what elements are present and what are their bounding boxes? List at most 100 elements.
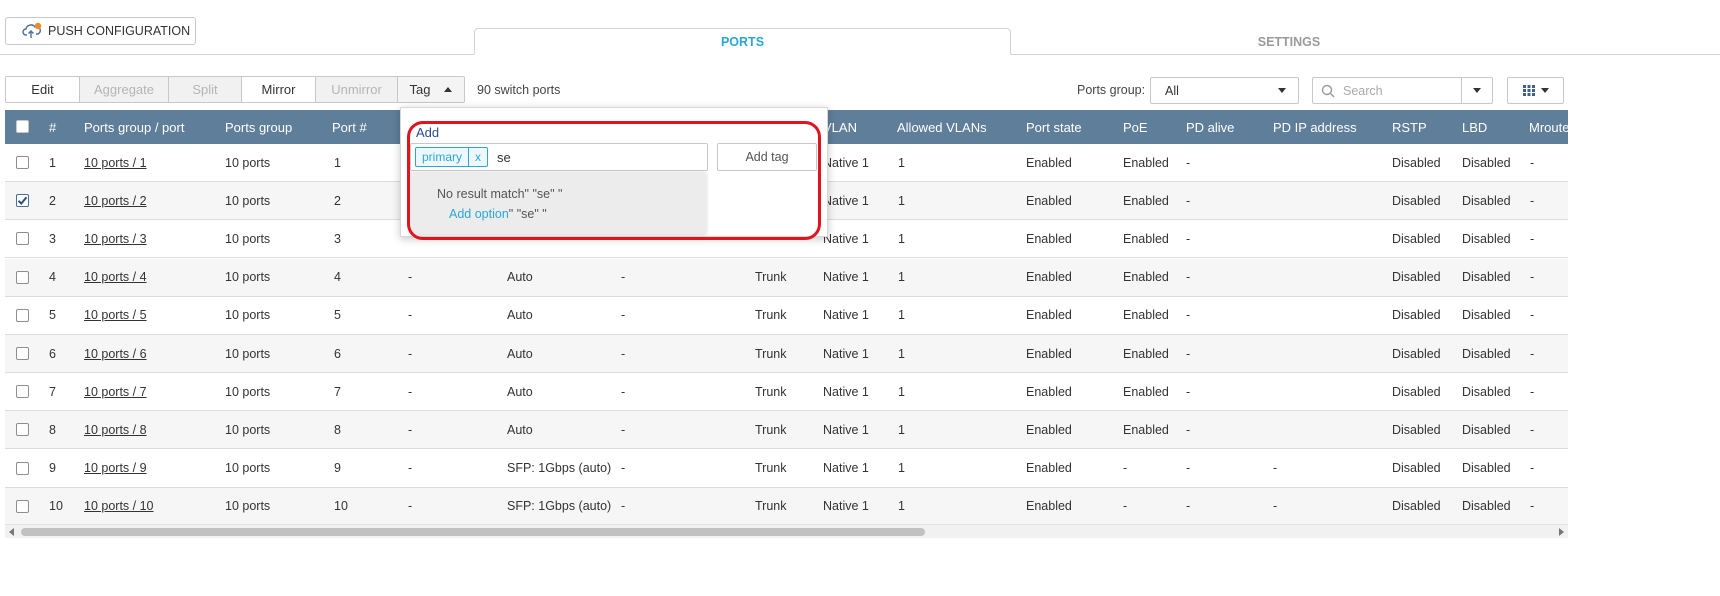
scroll-left-icon[interactable] <box>9 528 14 536</box>
cell-port-link[interactable]: 10 ports / 1 <box>84 144 147 181</box>
tag-dropdown-button[interactable]: Tag <box>398 77 464 102</box>
cell-lbd: Disabled <box>1462 422 1511 437</box>
row-checkbox[interactable] <box>16 499 29 513</box>
cell-ports-group: 10 ports <box>225 461 271 476</box>
col-header-port-state[interactable]: Port state <box>1026 110 1082 144</box>
cell-lbd: Disabled <box>1462 193 1511 208</box>
col-header-lbd[interactable]: LBD <box>1462 110 1487 144</box>
row-checkbox[interactable] <box>16 194 29 208</box>
cell-mrouter: - <box>1530 155 1535 170</box>
cell-allowed-vlans: 1 <box>898 346 905 361</box>
highlight-annotation <box>407 121 821 240</box>
row-checkbox[interactable] <box>16 308 29 322</box>
cell-ports-group: 10 ports <box>225 155 271 170</box>
cell-pd-alive: - <box>1186 422 1191 437</box>
cell-port-link[interactable]: 10 ports / 8 <box>84 411 147 448</box>
cell-vlan: Native 1 <box>823 384 869 399</box>
cell-poe: Enabled <box>1123 231 1169 246</box>
cell-port-state: Enabled <box>1026 308 1072 323</box>
table-row: 7 10 ports / 7 10 ports 7 - Auto - Trunk Native … <box>5 373 1568 412</box>
cell-value: Trunk <box>755 384 787 399</box>
select-all-checkbox[interactable] <box>16 120 29 133</box>
scroll-right-icon[interactable] <box>1559 528 1564 536</box>
search-options-dropdown[interactable] <box>1461 78 1492 103</box>
ports-group-select[interactable]: All <box>1150 77 1299 104</box>
cell-port-number: 2 <box>334 193 341 208</box>
chevron-down-icon <box>1473 88 1481 93</box>
cell-number: 7 <box>49 384 56 399</box>
mirror-button[interactable]: Mirror <box>242 77 316 102</box>
cell-value: - <box>621 499 626 514</box>
scrollbar-thumb[interactable] <box>21 528 925 536</box>
cell-number: 6 <box>49 346 56 361</box>
table-row: 4 10 ports / 4 10 ports 4 - Auto - Trunk Native … <box>5 258 1568 297</box>
col-header-vlan[interactable]: VLAN <box>823 110 857 144</box>
search-input[interactable] <box>1343 79 1461 102</box>
cell-number: 10 <box>49 499 63 514</box>
cell-pd-alive: - <box>1186 231 1191 246</box>
col-header-port[interactable]: Ports group / port <box>84 110 184 144</box>
col-header-rstp[interactable]: RSTP <box>1392 110 1427 144</box>
row-checkbox[interactable] <box>16 270 29 284</box>
cell-value: SFP: 1Gbps (auto) <box>507 499 612 514</box>
cell-rstp: Disabled <box>1392 384 1441 399</box>
cell-number: 2 <box>49 193 56 208</box>
row-checkbox[interactable] <box>16 461 29 475</box>
search-icon <box>1313 84 1343 98</box>
cell-port-link[interactable]: 10 ports / 7 <box>84 373 147 410</box>
cell-ports-group: 10 ports <box>225 231 271 246</box>
tab-ports[interactable]: PORTS <box>474 28 1011 55</box>
cell-vlan: Native 1 <box>823 270 869 285</box>
cell-port-link[interactable]: 10 ports / 4 <box>84 259 147 296</box>
column-chooser-button[interactable] <box>1507 77 1564 104</box>
row-checkbox[interactable] <box>16 232 29 246</box>
col-header-pd-alive[interactable]: PD alive <box>1186 110 1234 144</box>
col-header-ports-group[interactable]: Ports group <box>225 110 292 144</box>
split-button[interactable]: Split <box>169 77 242 102</box>
cell-allowed-vlans: 1 <box>898 155 905 170</box>
row-checkbox[interactable] <box>16 347 29 360</box>
cell-vlan: Native 1 <box>823 422 869 437</box>
row-checkbox[interactable] <box>16 156 29 169</box>
tab-settings[interactable]: SETTINGS <box>1012 28 1566 55</box>
cell-lbd: Disabled <box>1462 270 1511 285</box>
col-header-port-number[interactable]: Port # <box>332 110 367 144</box>
cell-port-link[interactable]: 10 ports / 9 <box>84 450 147 487</box>
cell-port-number: 7 <box>334 384 341 399</box>
cell-lbd: Disabled <box>1462 461 1511 476</box>
cell-value: Auto <box>507 346 533 361</box>
cell-number: 1 <box>49 155 56 170</box>
col-header-mrouter[interactable]: Mrouter <box>1529 110 1574 144</box>
edit-button[interactable]: Edit <box>6 77 80 102</box>
cell-value: Auto <box>507 384 533 399</box>
cell-value: Auto <box>507 422 533 437</box>
cell-pd-alive: - <box>1186 193 1191 208</box>
col-header-allowed-vlans[interactable]: Allowed VLANs <box>897 110 987 144</box>
push-configuration-button[interactable]: PUSH CONFIGURATION <box>5 17 196 45</box>
cell-value: - <box>408 346 413 361</box>
col-header-poe[interactable]: PoE <box>1123 110 1148 144</box>
cell-port-link[interactable]: 10 ports / 5 <box>84 297 147 334</box>
row-checkbox[interactable] <box>16 385 29 399</box>
cell-port-link[interactable]: 10 ports / 2 <box>84 182 147 219</box>
cell-port-link[interactable]: 10 ports / 10 <box>84 488 154 525</box>
cell-lbd: Disabled <box>1462 155 1511 170</box>
port-action-toolbar: Edit Aggregate Split Mirror Unmirror Tag <box>5 76 465 103</box>
cell-port-number: 4 <box>334 270 341 285</box>
horizontal-scrollbar[interactable] <box>5 524 1568 538</box>
tab-settings-label: SETTINGS <box>1257 34 1321 49</box>
unmirror-button-label: Unmirror <box>331 82 382 97</box>
aggregate-button[interactable]: Aggregate <box>80 77 169 102</box>
chevron-down-icon <box>1278 88 1286 93</box>
cell-allowed-vlans: 1 <box>898 422 905 437</box>
cell-vlan: Native 1 <box>823 461 869 476</box>
col-header-pd-ip[interactable]: PD IP address <box>1273 110 1357 144</box>
cell-port-state: Enabled <box>1026 499 1072 514</box>
cell-allowed-vlans: 1 <box>898 384 905 399</box>
cell-port-link[interactable]: 10 ports / 3 <box>84 220 147 257</box>
cell-port-link[interactable]: 10 ports / 6 <box>84 335 147 372</box>
col-header-number[interactable]: # <box>49 110 56 144</box>
row-checkbox[interactable] <box>16 423 29 437</box>
cell-value: Trunk <box>755 499 787 514</box>
unmirror-button[interactable]: Unmirror <box>316 77 398 102</box>
